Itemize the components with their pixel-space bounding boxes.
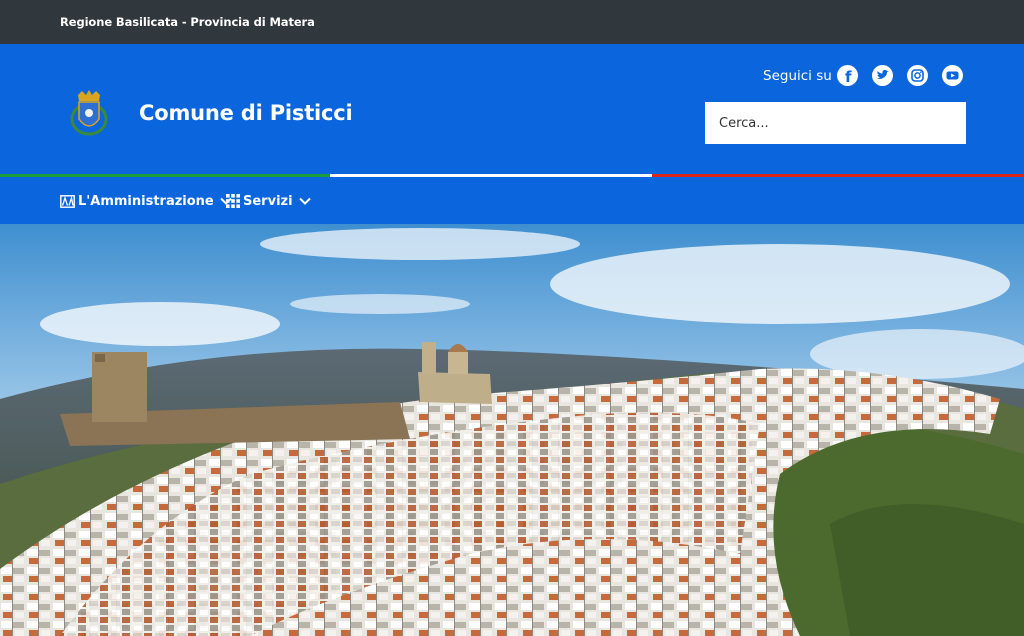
instagram-icon[interactable] <box>907 65 928 86</box>
follow-us-label: Seguici su <box>763 68 832 84</box>
search-input[interactable] <box>705 102 966 144</box>
svg-text:f: f <box>845 68 852 86</box>
coat-of-arms-icon[interactable] <box>70 89 108 137</box>
chevron-down-icon <box>298 197 311 205</box>
hero-image <box>0 224 1024 636</box>
twitter-icon[interactable] <box>872 65 893 86</box>
nav-item-servizi-label: Servizi <box>243 193 293 209</box>
nav-item-amministrazione[interactable]: L'Amministrazione <box>60 191 232 211</box>
main-navigation: L'Amministrazione Servizi <box>0 177 1024 224</box>
nav-item-servizi[interactable]: Servizi <box>226 191 311 211</box>
town-aerial-photo <box>0 224 1024 636</box>
nav-item-amministrazione-label: L'Amministrazione <box>78 193 214 209</box>
region-breadcrumb[interactable]: Regione Basilicata - Provincia di Matera <box>60 15 315 29</box>
top-bar: Regione Basilicata - Provincia di Matera <box>0 0 1024 44</box>
youtube-icon[interactable] <box>942 65 963 86</box>
site-title[interactable]: Comune di Pisticci <box>139 101 353 125</box>
administration-icon <box>60 194 75 208</box>
grid-icon <box>226 194 240 208</box>
facebook-icon[interactable]: f <box>837 65 858 86</box>
